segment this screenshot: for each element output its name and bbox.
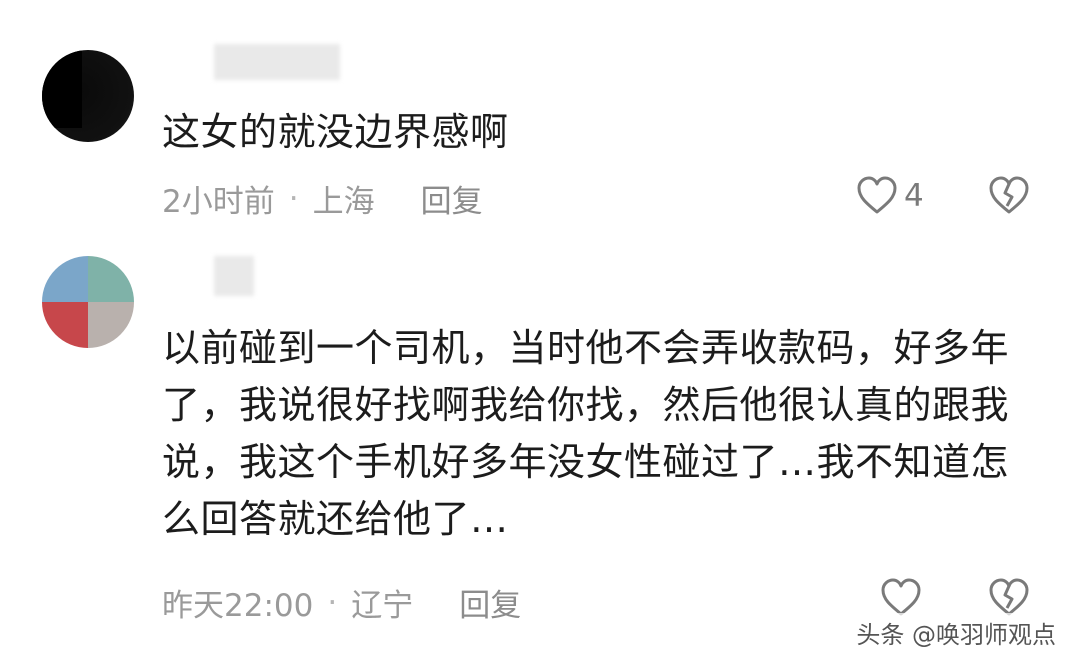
avatar-image xyxy=(42,302,88,348)
avatar[interactable] xyxy=(42,50,134,142)
avatar-image xyxy=(42,256,88,302)
like-count: 4 xyxy=(904,178,924,214)
comment-time: 2小时前 xyxy=(162,184,275,220)
avatar-image xyxy=(88,302,134,348)
reply-button[interactable]: 回复 xyxy=(459,580,521,625)
comment-meta: 2小时前 · 上海 回复 xyxy=(162,176,483,221)
comment-text: 这女的就没边界感啊 xyxy=(162,110,509,154)
comment-line: 说，我这个手机好多年没女性碰过了…我不知道怎 xyxy=(162,440,1010,484)
avatar-image xyxy=(88,256,134,302)
comment-location: 上海 xyxy=(312,184,375,220)
username-redacted xyxy=(214,44,340,80)
reply-button[interactable]: 回复 xyxy=(421,176,483,221)
comment-location: 辽宁 xyxy=(351,588,414,624)
meta-separator: · xyxy=(327,584,338,621)
comment-time: 昨天22:00 xyxy=(162,588,314,624)
meta-separator: · xyxy=(288,180,299,217)
username-redacted xyxy=(214,256,254,296)
comment-line: 么回答就还给他了… xyxy=(162,497,509,541)
comment-text: 以前碰到一个司机，当时他不会弄收款码，好多年 了，我说很好找啊我给你找，然后他很… xyxy=(162,320,1009,548)
comment-meta: 昨天22:00 · 辽宁 回复 xyxy=(162,580,521,625)
watermark: 头条 @唤羽师观点 xyxy=(852,613,1060,652)
avatar[interactable] xyxy=(42,256,134,348)
comment-line: 了，我说很好找啊我给你找，然后他很认真的跟我 xyxy=(162,383,1010,427)
broken-heart-icon xyxy=(989,176,1029,214)
like-button[interactable]: 4 xyxy=(856,176,924,216)
heart-outline-icon xyxy=(881,578,921,616)
avatar-image xyxy=(42,50,82,128)
like-button[interactable] xyxy=(880,578,922,618)
comment-line: 以前碰到一个司机，当时他不会弄收款码，好多年 xyxy=(162,326,1010,370)
heart-outline-icon xyxy=(857,176,897,214)
dislike-button[interactable] xyxy=(988,176,1030,220)
broken-heart-icon xyxy=(989,578,1029,616)
